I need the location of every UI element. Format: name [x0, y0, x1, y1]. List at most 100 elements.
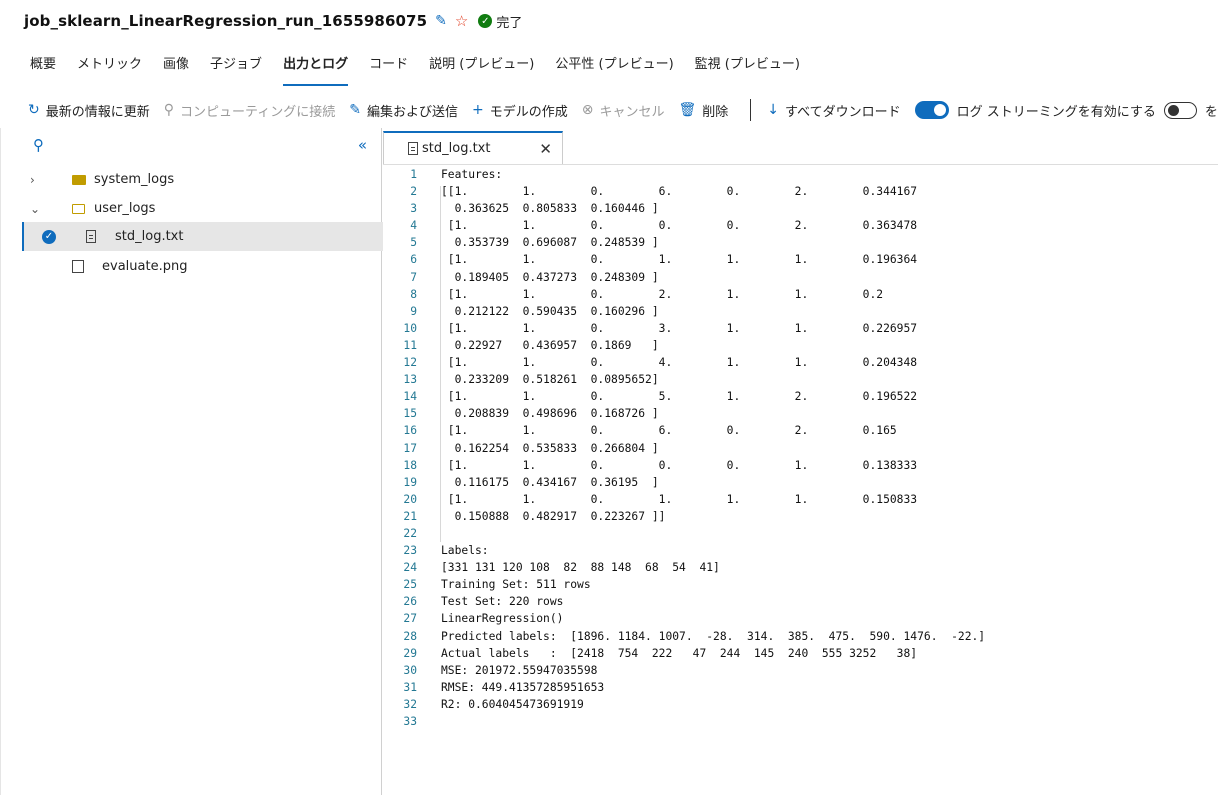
status-badge: ✓ 完了: [478, 12, 522, 31]
code-line: 20 [1. 1. 0. 1. 1. 1. 0.150833: [383, 491, 1218, 508]
chevron-right-icon[interactable]: ›: [30, 173, 35, 187]
edit-submit-button[interactable]: ✎ 編集および送信: [349, 101, 458, 120]
tree-item-evaluate-png[interactable]: evaluate.png: [22, 252, 381, 281]
line-text: 0.212122 0.590435 0.160296 ]: [441, 304, 659, 318]
line-text: 0.353739 0.696087 0.248539 ]: [441, 236, 659, 250]
code-line: 3 0.363625 0.805833 0.160446 ]: [383, 200, 1218, 217]
code-line: 29 Actual labels : [2418 754 222 47 244 1…: [383, 645, 1218, 662]
code-line: 24 [331 131 120 108 82 88 148 68 54 41]: [383, 559, 1218, 576]
line-number: 4: [410, 219, 417, 233]
line-number: 22: [403, 526, 417, 540]
line-number: 18: [403, 458, 417, 472]
status-label: 完了: [496, 15, 523, 31]
line-number: 31: [403, 680, 417, 694]
line-number: 24: [403, 561, 417, 575]
refresh-button[interactable]: ↻ 最新の情報に更新: [28, 101, 150, 120]
log-streaming-toggle[interactable]: [914, 101, 949, 119]
line-number: 12: [403, 356, 417, 370]
chevron-down-icon[interactable]: ⌄: [30, 202, 40, 216]
pencil-icon: ✎: [349, 102, 361, 118]
line-text: 0.150888 0.482917 0.223267 ]]: [441, 509, 666, 523]
code-line: 18 [1. 1. 0. 0. 0. 1. 0.138333: [383, 457, 1218, 474]
line-number: 2: [410, 185, 417, 199]
create-model-button[interactable]: + モデルの作成: [472, 101, 568, 120]
line-text: 0.233209 0.518261 0.0895652]: [441, 373, 659, 387]
line-text: Labels:: [441, 544, 489, 558]
code-line: 25 Training Set: 511 rows: [383, 576, 1218, 593]
line-number: 1: [410, 168, 417, 181]
connect-compute-button[interactable]: ⚲ コンピューティングに接続: [164, 101, 336, 120]
line-text: 0.208839 0.498696 0.168726 ]: [441, 407, 659, 421]
line-text: [1. 1. 0. 1. 1. 1. 0.196364: [441, 253, 918, 267]
tab-code[interactable]: コード: [359, 50, 418, 84]
tree-item-label: user_logs: [94, 201, 156, 216]
code-line: 10 [1. 1. 0. 3. 1. 1. 0.226957: [383, 320, 1218, 337]
editor-tab-std-log[interactable]: std_log.txt ✕: [383, 131, 563, 164]
tab-metrics[interactable]: メトリック: [67, 50, 152, 84]
code-line: 15 0.208839 0.498696 0.168726 ]: [383, 405, 1218, 422]
search-icon[interactable]: ⚲: [33, 136, 44, 154]
tab-fairness[interactable]: 公平性 (プレビュー): [545, 50, 683, 84]
code-line: 16 [1. 1. 0. 6. 0. 2. 0.165: [383, 422, 1218, 439]
code-line: 5 0.353739 0.696087 0.248539 ]: [383, 234, 1218, 251]
folder-icon: [72, 174, 86, 185]
cancel-circle-icon: ⊗: [581, 102, 594, 118]
tab-images[interactable]: 画像: [153, 50, 199, 84]
tab-child-jobs[interactable]: 子ジョブ: [200, 50, 272, 84]
tab-explanations[interactable]: 説明 (プレビュー): [419, 50, 544, 84]
code-line: 12 [1. 1. 0. 4. 1. 1. 0.204348: [383, 354, 1218, 371]
cancel-button[interactable]: ⊗ キャンセル: [582, 101, 665, 120]
delete-button[interactable]: 🗑 削除: [679, 101, 729, 120]
line-number: 11: [403, 338, 417, 352]
tree-item-std-log[interactable]: ✓ std_log.txt: [22, 222, 383, 251]
download-all-label: すべてダウンロード: [785, 104, 901, 120]
line-text: Features:: [441, 168, 503, 181]
code-line: 13 0.233209 0.518261 0.0895652]: [383, 371, 1218, 388]
tab-outputs-logs[interactable]: 出力とログ: [273, 50, 358, 86]
log-viewer[interactable]: 1 Features: 2 [[1. 1. 0. 6. 0. 2. 0.344167 3…: [383, 166, 1218, 795]
line-number: 30: [403, 663, 417, 677]
line-text: [1. 1. 0. 6. 0. 2. 0.165: [441, 424, 897, 438]
delete-label: 削除: [702, 104, 729, 120]
collapse-icon[interactable]: «: [358, 136, 367, 154]
tab-monitoring[interactable]: 監視 (プレビュー): [685, 50, 810, 84]
close-icon[interactable]: ✕: [539, 140, 552, 158]
code-line: 11 0.22927 0.436957 0.1869 ]: [383, 337, 1218, 354]
code-line: 1 Features:: [383, 166, 1218, 183]
command-toolbar: ↻ 最新の情報に更新 ⚲ コンピューティングに接続 ✎ 編集および送信 + モデ…: [28, 98, 1218, 122]
download-all-button[interactable]: ↓ すべてダウンロード: [767, 101, 900, 120]
line-number: 28: [403, 629, 417, 643]
tab-overview[interactable]: 概要: [20, 50, 66, 84]
line-number: 25: [403, 578, 417, 592]
refresh-label: 最新の情報に更新: [45, 104, 150, 120]
trash-icon: 🗑: [678, 102, 697, 118]
line-number: 7: [410, 270, 417, 284]
tree-item-system-logs[interactable]: › system_logs: [22, 165, 381, 194]
tree-item-label: system_logs: [94, 172, 175, 187]
line-number: 8: [410, 287, 417, 301]
code-line: 27 LinearRegression(): [383, 610, 1218, 627]
edit-pencil-icon[interactable]: ✎: [435, 13, 447, 29]
file-icon: [408, 142, 418, 155]
code-line: 31 RMSE: 449.41357285951653: [383, 679, 1218, 696]
code-line: 19 0.116175 0.434167 0.36195 ]: [383, 474, 1218, 491]
line-number: 19: [403, 475, 417, 489]
code-line: 4 [1. 1. 0. 0. 0. 2. 0.363478: [383, 217, 1218, 234]
tree-item-label: evaluate.png: [102, 259, 188, 274]
connect-compute-label: コンピューティングに接続: [180, 104, 336, 120]
refresh-icon: ↻: [28, 102, 40, 118]
code-line: 9 0.212122 0.590435 0.160296 ]: [383, 303, 1218, 320]
tree-item-user-logs[interactable]: ⌄ user_logs: [22, 194, 381, 223]
create-model-label: モデルの作成: [489, 104, 568, 120]
favorite-star-icon[interactable]: ☆: [455, 12, 468, 30]
line-text: 0.162254 0.535833 0.266804 ]: [441, 441, 659, 455]
plus-icon: +: [472, 102, 484, 118]
line-text: [1. 1. 0. 5. 1. 2. 0.196522: [441, 390, 918, 404]
code-line: 23 Labels:: [383, 542, 1218, 559]
image-file-icon: [72, 260, 84, 273]
toolbar-divider: [750, 99, 752, 121]
line-text: 0.22927 0.436957 0.1869 ]: [441, 338, 659, 352]
code-line: 7 0.189405 0.437273 0.248309 ]: [383, 269, 1218, 286]
line-number: 6: [410, 253, 417, 267]
second-toggle[interactable]: [1163, 101, 1197, 119]
